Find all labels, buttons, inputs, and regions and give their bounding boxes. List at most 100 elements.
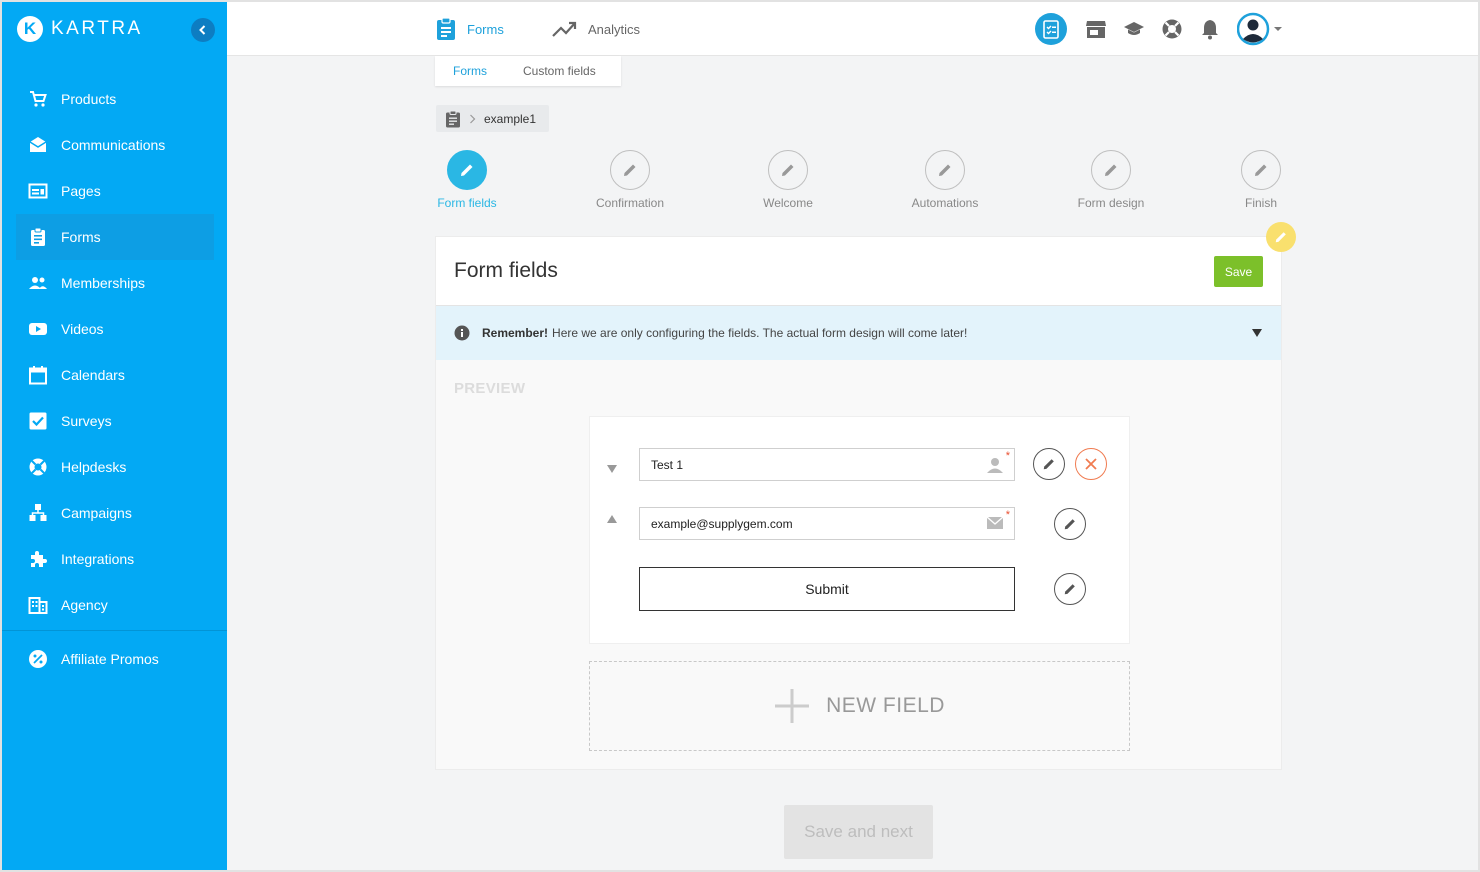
- form-fields-card: Form fields Save Remember! Here we are o…: [435, 236, 1282, 770]
- puzzle-icon: [28, 549, 48, 569]
- caret-down-icon[interactable]: [1251, 328, 1263, 338]
- mail-icon: [28, 135, 48, 155]
- step-circle: [1091, 150, 1131, 190]
- lifebuoy-icon: [28, 457, 48, 477]
- step-welcome[interactable]: Welcome: [718, 150, 858, 210]
- form-checklist-button[interactable]: [1035, 13, 1067, 45]
- breadcrumb: example1: [436, 105, 549, 132]
- academy-button[interactable]: [1118, 13, 1150, 45]
- sidebar-item-pages[interactable]: Pages: [16, 168, 214, 214]
- sidebar-item-label: Communications: [61, 137, 166, 153]
- sidebar-item-label: Surveys: [61, 413, 112, 429]
- move-down-arrow[interactable]: [607, 464, 617, 474]
- triangle-down-icon: [607, 465, 617, 473]
- edit-field-button[interactable]: [1054, 508, 1086, 540]
- sidebar-item-calendars[interactable]: Calendars: [16, 352, 214, 398]
- tab-analytics[interactable]: Analytics: [552, 2, 640, 56]
- sidebar-nav: Products Communications Pages Forms Memb…: [16, 76, 214, 628]
- breadcrumb-item[interactable]: example1: [484, 112, 536, 126]
- chevron-left-icon: [199, 25, 206, 35]
- plus-icon: [775, 689, 810, 723]
- sidebar-item-label: Integrations: [61, 551, 135, 567]
- sidebar-item-agency[interactable]: Agency: [16, 582, 214, 628]
- clipboard-icon: [28, 227, 48, 247]
- pencil-icon: [461, 164, 473, 176]
- pencil-icon: [1064, 584, 1075, 595]
- step-confirmation[interactable]: Confirmation: [560, 150, 700, 210]
- step-form-fields[interactable]: Form fields: [397, 150, 537, 210]
- sidebar-promo: Affiliate Promos: [16, 636, 214, 682]
- sidebar-divider: [2, 630, 227, 631]
- checkbox-icon: [28, 411, 48, 431]
- sidebar-item-integrations[interactable]: Integrations: [16, 536, 214, 582]
- sidebar-item-communications[interactable]: Communications: [16, 122, 214, 168]
- notifications-button[interactable]: [1194, 13, 1226, 45]
- account-menu-button[interactable]: [1235, 12, 1285, 46]
- save-and-next-button[interactable]: Save and next: [784, 805, 933, 859]
- pencil-icon: [1255, 164, 1267, 176]
- edit-title-button[interactable]: [1266, 222, 1296, 252]
- info-icon: [454, 325, 470, 341]
- move-up-arrow[interactable]: [607, 514, 617, 524]
- step-form-design[interactable]: Form design: [1041, 150, 1181, 210]
- subtabs: Forms Custom fields: [435, 56, 621, 86]
- step-automations[interactable]: Automations: [875, 150, 1015, 210]
- sidebar-item-campaigns[interactable]: Campaigns: [16, 490, 214, 536]
- sidebar-item-affiliate-promos[interactable]: Affiliate Promos: [16, 636, 214, 682]
- pencil-icon: [782, 164, 794, 176]
- step-finish[interactable]: Finish: [1191, 150, 1331, 210]
- delete-field-button[interactable]: [1075, 448, 1107, 480]
- step-label: Automations: [911, 196, 979, 210]
- email-field[interactable]: example@supplygem.com *: [639, 507, 1015, 540]
- collapse-sidebar-button[interactable]: [191, 18, 215, 42]
- edit-field-button[interactable]: [1033, 448, 1065, 480]
- triangle-up-icon: [607, 515, 617, 523]
- step-label: Form fields: [437, 196, 497, 210]
- new-field-button[interactable]: NEW FIELD: [589, 661, 1130, 751]
- form-preview: Test 1 * example@supplygem.com * Submit: [589, 416, 1130, 644]
- field-value: Test 1: [651, 457, 684, 472]
- sidebar-item-products[interactable]: Products: [16, 76, 214, 122]
- sidebar-item-label: Affiliate Promos: [61, 651, 159, 667]
- submit-button-preview[interactable]: Submit: [639, 567, 1015, 611]
- avatar-icon: [1237, 12, 1270, 46]
- sidebar-item-surveys[interactable]: Surveys: [16, 398, 214, 444]
- kartra-logo[interactable]: K KARTRA: [17, 16, 143, 42]
- chevron-down-icon: [1274, 27, 1282, 31]
- store-button[interactable]: [1080, 13, 1112, 45]
- edit-submit-button[interactable]: [1054, 573, 1086, 605]
- top-bar: Forms Analytics: [227, 2, 1478, 56]
- sidebar-item-memberships[interactable]: Memberships: [16, 260, 214, 306]
- close-icon: [1085, 458, 1097, 470]
- sidebar-item-label: Forms: [61, 229, 101, 245]
- subtab-custom-fields[interactable]: Custom fields: [487, 64, 596, 78]
- step-circle: [768, 150, 808, 190]
- people-icon: [28, 273, 48, 293]
- building-icon: [28, 595, 48, 615]
- new-field-label: NEW FIELD: [826, 694, 945, 717]
- sidebar-item-label: Agency: [61, 597, 108, 613]
- required-marker: *: [1005, 509, 1010, 521]
- tab-forms[interactable]: Forms: [435, 2, 504, 56]
- step-label: Finish: [1244, 196, 1277, 210]
- envelope-icon: [986, 516, 1004, 529]
- preview-label: PREVIEW: [454, 380, 526, 397]
- sidebar-item-forms[interactable]: Forms: [16, 214, 214, 260]
- save-button[interactable]: Save: [1214, 256, 1263, 287]
- logo-text: KARTRA: [51, 18, 143, 39]
- info-banner: Remember! Here we are only configuring t…: [436, 306, 1281, 360]
- sidebar-item-helpdesks[interactable]: Helpdesks: [16, 444, 214, 490]
- sidebar-item-label: Pages: [61, 183, 101, 199]
- sidebar-item-videos[interactable]: Videos: [16, 306, 214, 352]
- card-title: Form fields: [454, 259, 558, 282]
- sidebar: K KARTRA Products Communications Pages F…: [2, 2, 227, 870]
- clipboard-icon: [446, 110, 460, 127]
- step-circle: [447, 150, 487, 190]
- pencil-icon: [1275, 232, 1286, 243]
- pencil-icon: [624, 164, 636, 176]
- name-field[interactable]: Test 1 *: [639, 448, 1015, 481]
- cart-icon: [28, 89, 48, 109]
- subtab-forms[interactable]: Forms: [435, 64, 487, 78]
- help-button[interactable]: [1156, 13, 1188, 45]
- step-circle: [925, 150, 965, 190]
